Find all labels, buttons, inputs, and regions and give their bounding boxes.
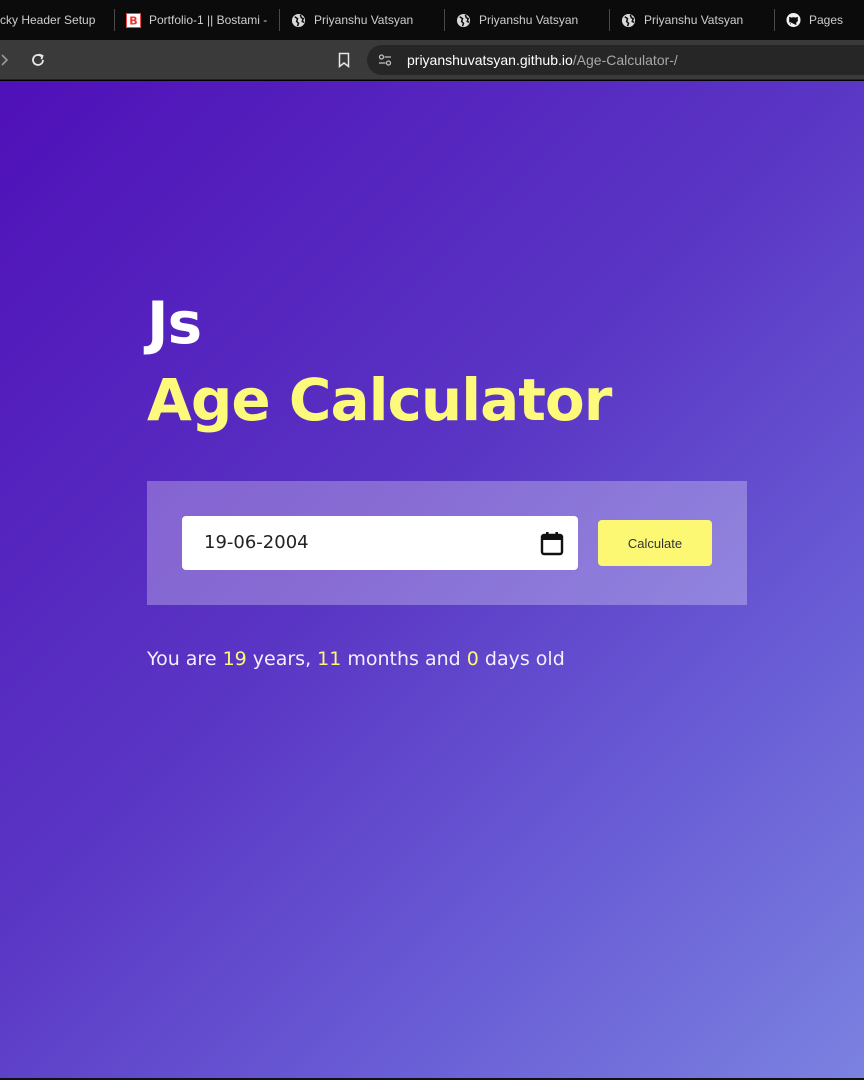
birthdate-value: 19-06-2004 (204, 532, 309, 553)
page-title-small: Js (147, 289, 202, 357)
tab-separator (444, 9, 445, 31)
tab-label: Portfolio-1 || Bostami - (149, 13, 268, 27)
tab-github-pages[interactable]: Pages (786, 0, 864, 40)
forward-button[interactable] (0, 50, 14, 70)
result-prefix: You are (147, 648, 223, 670)
age-result: You are 19 years, 11 months and 0 days o… (147, 648, 565, 670)
tab-label: Priyanshu Vatsyan (644, 13, 744, 27)
bookmark-icon (338, 52, 350, 68)
page-title: Age Calculator (147, 366, 612, 434)
calendar-icon[interactable] (538, 529, 566, 557)
bookmark-button[interactable] (334, 50, 354, 70)
url-host: priyanshuvatsyan.github.io (407, 52, 573, 68)
tab-portfolio[interactable]: B Portfolio-1 || Bostami - (126, 0, 271, 40)
bostami-favicon-icon: B (126, 12, 141, 28)
globe-icon (621, 13, 636, 28)
browser-tab-bar: cky Header Setup B Portfolio-1 || Bostam… (0, 0, 864, 40)
url-text: priyanshuvatsyan.github.io/Age-Calculato… (407, 45, 678, 75)
calculate-button[interactable]: Calculate (598, 520, 712, 566)
tab-priyanshu-2[interactable]: Priyanshu Vatsyan (456, 0, 601, 40)
result-days-text: days old (478, 648, 565, 670)
tab-separator (774, 9, 775, 31)
calculator-panel: 19-06-2004 Calculate (147, 481, 747, 605)
result-years: 19 (222, 648, 247, 670)
result-months: 11 (317, 648, 342, 670)
tab-separator (609, 9, 610, 31)
reload-icon (32, 53, 44, 66)
svg-text:B: B (129, 14, 137, 27)
birthdate-input[interactable]: 19-06-2004 (182, 516, 578, 570)
github-icon (786, 12, 801, 28)
tab-label: Pages (809, 13, 844, 27)
tab-label: Priyanshu Vatsyan (479, 13, 579, 27)
tab-priyanshu-1[interactable]: Priyanshu Vatsyan (291, 0, 436, 40)
url-path: /Age-Calculator-/ (572, 52, 678, 68)
chevron-right-icon (1, 54, 9, 66)
reload-button[interactable] (28, 50, 48, 70)
tab-sticky-header[interactable]: cky Header Setup (0, 0, 110, 40)
address-bar[interactable]: priyanshuvatsyan.github.io/Age-Calculato… (367, 45, 864, 75)
site-settings-icon[interactable] (377, 52, 393, 73)
result-years-text: years, (246, 648, 318, 670)
globe-icon (291, 13, 306, 28)
tab-label: Priyanshu Vatsyan (314, 13, 414, 27)
tab-priyanshu-3[interactable]: Priyanshu Vatsyan (621, 0, 766, 40)
tab-separator (114, 9, 115, 31)
browser-toolbar: priyanshuvatsyan.github.io/Age-Calculato… (0, 40, 864, 80)
result-days: 0 (466, 648, 479, 670)
tab-label: cky Header Setup (0, 13, 96, 27)
result-months-text: months and (341, 648, 467, 670)
globe-icon (456, 13, 471, 28)
tab-separator (279, 9, 280, 31)
page-content: Js Age Calculator 19-06-2004 Calculate Y… (0, 81, 864, 1078)
